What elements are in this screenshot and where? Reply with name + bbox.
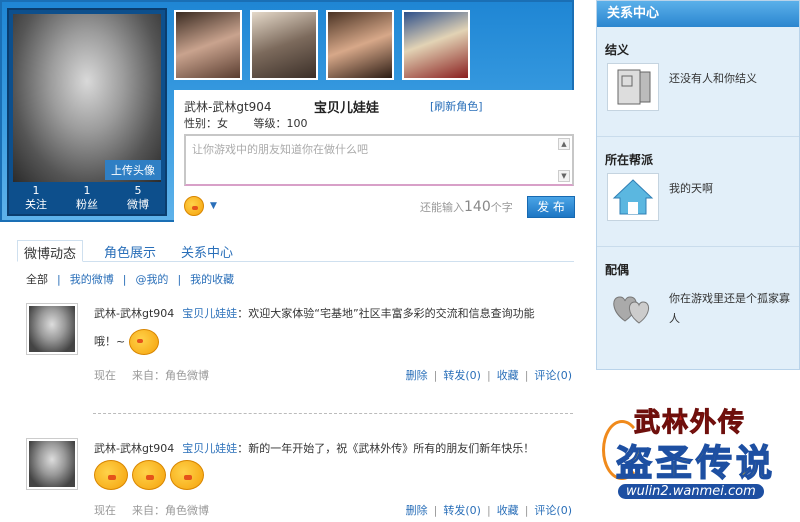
section-title: 结义	[605, 43, 630, 57]
publish-button[interactable]: 发 布	[527, 196, 575, 218]
chick-emoticon-icon	[184, 196, 204, 216]
post-avatar[interactable]	[26, 438, 78, 490]
repost-link[interactable]: 转发(0)	[443, 504, 481, 517]
level: 等级：100	[253, 117, 308, 130]
profile-panel: 上传头像 1 关注 1 粉丝 5 微博 武林-武林gt904 宝贝儿娃娃 [刷新…	[0, 0, 577, 222]
gender: 性别：女	[184, 117, 228, 130]
section-text: 我的天啊	[669, 182, 713, 195]
delete-link[interactable]: 删除	[406, 504, 428, 517]
section-title: 配偶	[605, 263, 630, 277]
tab-role-showcase[interactable]: 角色展示	[104, 242, 156, 261]
stat-count: 5	[134, 184, 142, 197]
filter-all[interactable]: 全部	[26, 273, 48, 286]
tab-relations[interactable]: 关系中心	[181, 242, 233, 261]
post-text: ：新的一年开始了，祝《武林外传》所有的朋友们新年快乐！	[237, 442, 535, 455]
stat-count: 1	[32, 184, 40, 197]
post-avatar[interactable]	[26, 303, 78, 355]
character-thumb[interactable]	[174, 10, 242, 80]
chick-emoticon-icon	[132, 460, 166, 490]
post-emoticons	[94, 460, 574, 490]
scroll-up-arrow-icon[interactable]: ▲	[558, 138, 570, 150]
post-body: 武林-武林gt904 宝贝儿娃娃：新的一年开始了，祝《武林外传》所有的朋友们新年快…	[94, 440, 574, 490]
comment-link[interactable]: 评论(0)	[534, 369, 572, 382]
stat-following[interactable]: 1 关注	[13, 184, 59, 212]
chick-emoticon-icon	[129, 329, 160, 355]
stat-posts[interactable]: 5 微博	[115, 184, 161, 212]
profile-meta: 性别：女 等级：100	[184, 115, 330, 131]
post-actions: 删除 | 转发(0) | 收藏 | 评论(0)	[405, 369, 572, 382]
post-text: ：欢迎大家体验“宅基地”社区丰富多彩的交流和信息查询功能	[237, 307, 535, 320]
section-divider	[597, 136, 799, 137]
feed-post: 武林-武林gt904 宝贝儿娃娃：欢迎大家体验“宅基地”社区丰富多彩的交流和信息查…	[26, 303, 574, 393]
post-divider	[93, 413, 573, 414]
stat-label: 微博	[127, 198, 149, 211]
filter-mentions[interactable]: @我的	[135, 273, 168, 286]
repost-link[interactable]: 转发(0)	[443, 369, 481, 382]
refresh-role-link[interactable]: [刷新角色]	[430, 98, 483, 114]
filter-my-weibo[interactable]: 我的微博	[70, 273, 114, 286]
hearts-icon	[607, 283, 659, 331]
post-nick[interactable]: 宝贝儿娃娃	[182, 442, 237, 455]
section-guild: 所在帮派 我的天啊	[597, 151, 799, 241]
character-thumb[interactable]	[326, 10, 394, 80]
post-source: 来自：角色微博	[132, 504, 209, 517]
status-placeholder: 让你游戏中的朋友知道你在做什么吧	[192, 143, 368, 156]
logo-url: wulin2.wanmei.com	[618, 484, 764, 499]
stat-label: 粉丝	[76, 198, 98, 211]
logo-subtitle: 盗圣传说	[615, 441, 777, 485]
avatar-frame: 上传头像 1 关注 1 粉丝 5 微博	[7, 8, 167, 216]
chick-emoticon-icon	[170, 460, 204, 490]
post-footer: 现在 来自：角色微博 删除 | 转发(0) | 收藏 | 评论(0)	[94, 367, 574, 383]
status-input[interactable]: 让你游戏中的朋友知道你在做什么吧 ▲ ▼	[184, 134, 574, 186]
comment-link[interactable]: 评论(0)	[534, 504, 572, 517]
feed-filters: 全部 | 我的微博 | @我的 | 我的收藏	[26, 273, 235, 286]
post-body: 武林-武林gt904 宝贝儿娃娃：欢迎大家体验“宅基地”社区丰富多彩的交流和信息查…	[94, 305, 574, 355]
char-counter: 还能输入140个字	[420, 199, 513, 215]
section-spouse: 配偶 你在游戏里还是个孤家寡人	[597, 261, 799, 361]
post-time: 现在	[94, 369, 116, 382]
favorite-link[interactable]: 收藏	[497, 504, 519, 517]
section-sworn-brothers: 结义 还没有人和你结义	[597, 41, 799, 131]
post-text-continued: 哦！~	[94, 335, 126, 348]
nickname: 宝贝儿娃娃	[314, 101, 380, 116]
post-nick[interactable]: 宝贝儿娃娃	[182, 307, 237, 320]
role-name: 武林-武林gt904	[184, 100, 272, 114]
avatar[interactable]	[13, 14, 161, 182]
favorite-link[interactable]: 收藏	[497, 369, 519, 382]
character-thumb[interactable]	[402, 10, 470, 80]
char-counter-value: 140	[464, 199, 491, 215]
tab-weibo-feed[interactable]: 微博动态	[17, 240, 84, 262]
stat-count: 1	[83, 184, 91, 197]
profile-info: 武林-武林gt904 宝贝儿娃娃 [刷新角色] 性别：女 等级：100 让你游戏…	[174, 90, 577, 222]
sidebar-title: 关系中心	[597, 1, 799, 27]
chick-emoticon-icon	[94, 460, 128, 490]
filter-favorites[interactable]: 我的收藏	[190, 273, 234, 286]
main-tabs: 微博动态 角色展示 关系中心	[17, 240, 574, 262]
post-footer: 现在 来自：角色微博 删除 | 转发(0) | 收藏 | 评论(0)	[94, 502, 574, 518]
section-text: 还没有人和你结义	[669, 72, 757, 85]
post-actions: 删除 | 转发(0) | 收藏 | 评论(0)	[405, 504, 572, 517]
stat-label: 关注	[25, 198, 47, 211]
chevron-down-icon[interactable]: ▼	[210, 201, 217, 211]
post-time: 现在	[94, 504, 116, 517]
post-source: 来自：角色微博	[132, 369, 209, 382]
house-icon	[607, 173, 659, 221]
character-thumbnails	[174, 10, 470, 80]
section-divider	[597, 246, 799, 247]
delete-link[interactable]: 删除	[406, 369, 428, 382]
profile-stats: 1 关注 1 粉丝 5 微博	[13, 184, 161, 212]
post-author[interactable]: 武林-武林gt904	[94, 442, 174, 455]
section-title: 所在帮派	[605, 153, 654, 167]
feed-post: 武林-武林gt904 宝贝儿娃娃：新的一年开始了，祝《武林外传》所有的朋友们新年快…	[26, 438, 574, 522]
scroll-down-arrow-icon[interactable]: ▼	[558, 170, 570, 182]
character-thumb[interactable]	[250, 10, 318, 80]
upload-avatar-button[interactable]: 上传头像	[105, 160, 161, 180]
section-text: 你在游戏里还是个孤家寡人	[669, 292, 790, 325]
relations-sidebar: 关系中心 结义 还没有人和你结义 所在帮派 我的天啊 配偶 你在游戏里还是个孤家…	[596, 0, 800, 370]
emoticon-button[interactable]	[184, 196, 206, 216]
game-logo[interactable]: 武林外传 盗圣传说 wulin2.wanmei.com	[598, 400, 798, 520]
stat-fans[interactable]: 1 粉丝	[64, 184, 110, 212]
post-author[interactable]: 武林-武林gt904	[94, 307, 174, 320]
scroll-icon	[607, 63, 659, 111]
